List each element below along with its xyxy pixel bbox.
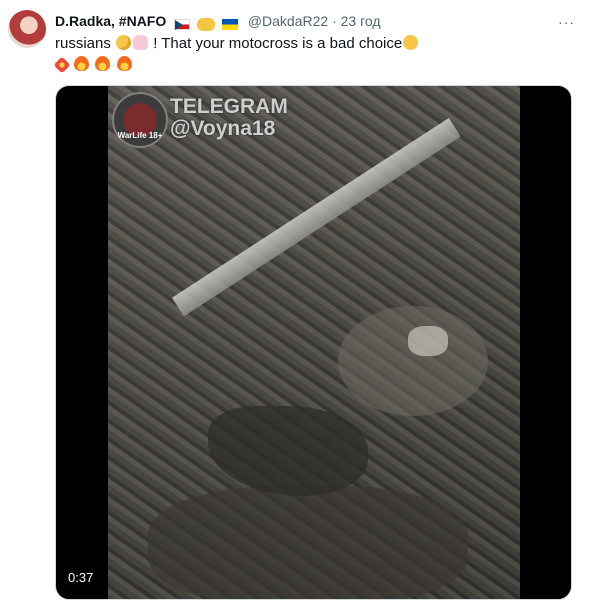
timestamp[interactable]: 23 год (341, 13, 381, 29)
video-frame[interactable]: WarLife 18+ TELEGRAM @Voyna18 (108, 86, 520, 599)
video-scene-detail (338, 306, 488, 416)
more-options-button[interactable]: ··· (558, 14, 575, 30)
collision-icon (53, 56, 71, 74)
fire-icon (95, 56, 111, 71)
ukraine-flag-icon (221, 18, 238, 30)
video-player[interactable]: WarLife 18+ TELEGRAM @Voyna18 0:37 (55, 85, 572, 600)
author-flags (174, 14, 241, 32)
watermark-line-1: TELEGRAM (170, 95, 288, 118)
tweet-header: D.Radka, #NAFO @DakdaR22 · 23 год (55, 12, 575, 32)
handshake-icon (197, 17, 216, 31)
tweet-text: russians ! That your motocross is a bad … (53, 33, 575, 75)
video-duration: 0:37 (68, 570, 94, 585)
watermark-logo: WarLife 18+ (112, 92, 168, 148)
czech-flag-icon (174, 18, 191, 30)
fire-icon (116, 56, 132, 71)
monocle-face-icon (116, 35, 132, 50)
video-scene-detail (408, 326, 448, 356)
person-shrugging-icon (133, 35, 149, 50)
author-name[interactable]: D.Radka, #NAFO (55, 13, 166, 29)
separator: · (332, 13, 337, 29)
video-scene-detail (148, 486, 468, 599)
author-handle[interactable]: @DakdaR22 (248, 13, 328, 29)
shushing-face-icon (403, 35, 419, 50)
watermark-line-2: @Voyna18 (170, 117, 276, 140)
video-scene-detail (172, 118, 461, 317)
tweet-text-word: russians (55, 35, 111, 52)
watermark-text: TELEGRAM @Voyna18 (170, 96, 288, 140)
avatar[interactable] (8, 10, 46, 48)
watermark-logo-text: WarLife 18+ (117, 131, 163, 140)
tweet-text-main: ! That your motocross is a bad choice (153, 35, 403, 52)
video-scene-detail (208, 406, 368, 496)
fire-icon (74, 56, 90, 71)
